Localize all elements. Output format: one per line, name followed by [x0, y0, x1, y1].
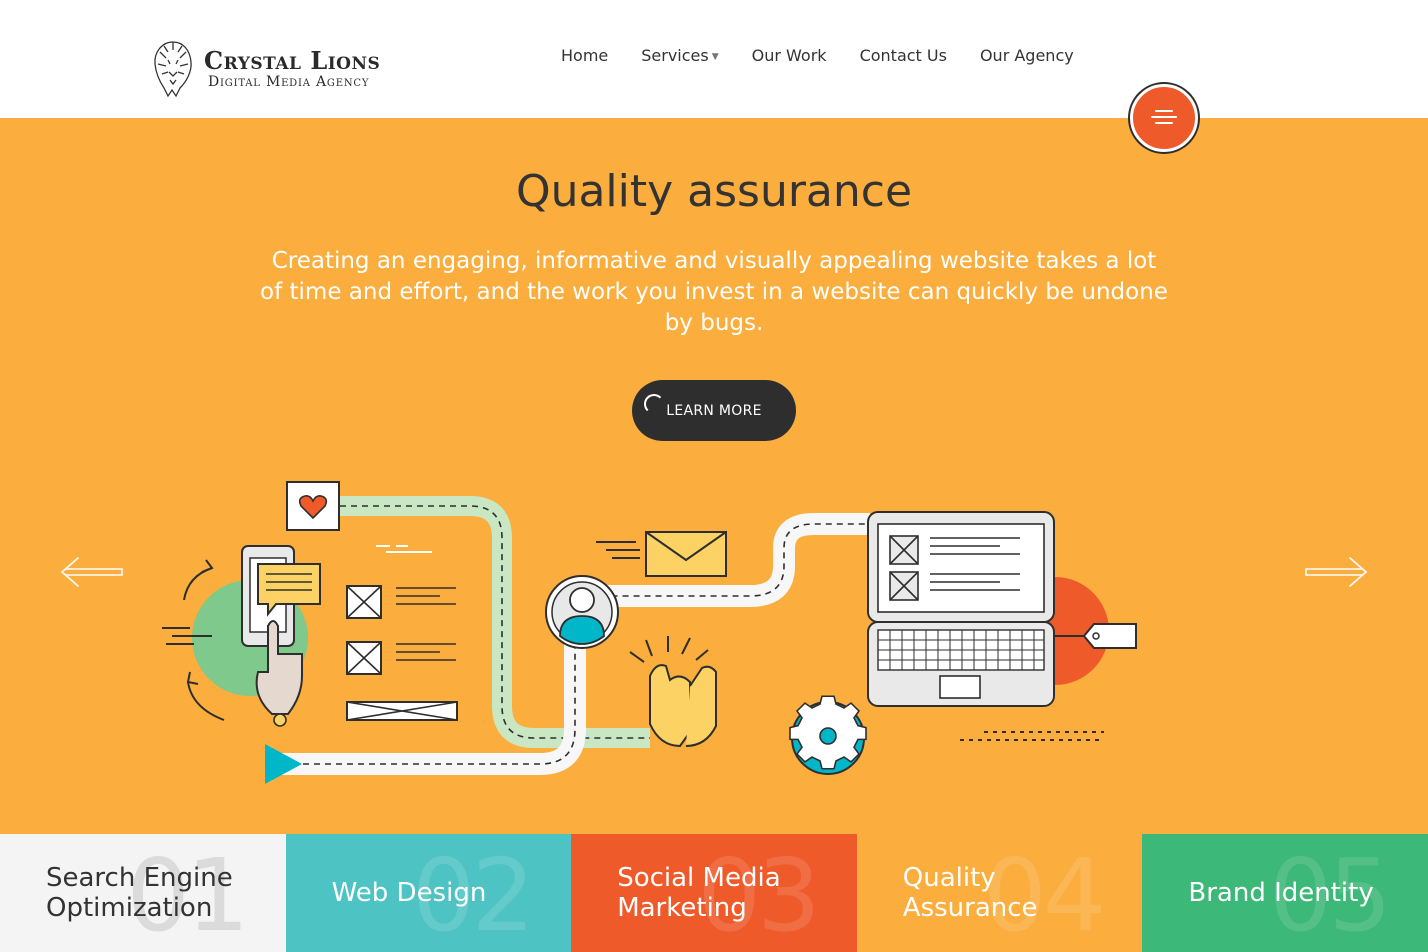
tile-label: Web Design [331, 878, 487, 908]
loading-arc-icon [644, 394, 664, 414]
hero-slider: Quality assurance Creating an engaging, … [0, 118, 1428, 834]
menu-icon-line [1151, 116, 1177, 118]
brand-name: Crystal Lions [204, 46, 381, 75]
nav-home[interactable]: Home [561, 46, 608, 65]
nav-our-work-label: Our Work [751, 46, 827, 65]
tile-seo[interactable]: 01 Search Engine Optimization [0, 834, 286, 952]
arrow-left-icon[interactable] [58, 554, 124, 590]
learn-more-label: LEARN MORE [666, 402, 762, 419]
nav-contact-us[interactable]: Contact Us [860, 46, 947, 65]
nav-services[interactable]: Services ▼ [641, 46, 718, 65]
nav-services-label: Services [641, 46, 709, 65]
lion-logo-icon [154, 41, 192, 98]
main-nav: Home Services ▼ Our Work Contact Us Our A… [561, 46, 1074, 65]
hero-title: Quality assurance [515, 166, 913, 217]
learn-more-button[interactable]: LEARN MORE [632, 380, 796, 441]
tile-brand-identity[interactable]: 05 Brand Identity [1142, 834, 1428, 952]
site-header: Crystal Lions Digital Media Agency Home … [0, 0, 1428, 118]
nav-our-agency-label: Our Agency [979, 46, 1074, 65]
arrow-right-icon[interactable] [1304, 554, 1370, 590]
menu-icon-line [1155, 110, 1173, 112]
hero-description: Creating an engaging, informative and vi… [260, 248, 1168, 336]
chevron-down-icon: ▼ [711, 51, 719, 62]
brand-logo[interactable]: Crystal Lions Digital Media Agency [150, 38, 450, 100]
tile-quality-assurance[interactable]: 04 Quality Assurance [856, 834, 1143, 952]
nav-contact-us-label: Contact Us [859, 46, 947, 65]
tile-label: Quality Assurance [902, 863, 1038, 923]
service-tiles: 01 Search Engine Optimization 02 Web Des… [0, 834, 1428, 952]
nav-our-work[interactable]: Our Work [752, 46, 827, 65]
nav-our-agency[interactable]: Our Agency [980, 46, 1074, 65]
tile-label: Brand Identity [1188, 878, 1374, 908]
tile-label: Search Engine Optimization [46, 863, 233, 923]
tile-web-design[interactable]: 02 Web Design [285, 834, 572, 952]
workflow-illustration [162, 481, 1137, 784]
menu-toggle-button[interactable] [1130, 84, 1198, 152]
tile-social-media[interactable]: 03 Social Media Marketing [571, 834, 857, 952]
nav-home-label: Home [561, 46, 609, 65]
tile-label: Social Media Marketing [617, 863, 781, 923]
brand-tagline: Digital Media Agency [208, 74, 370, 90]
menu-icon-line [1155, 122, 1173, 124]
